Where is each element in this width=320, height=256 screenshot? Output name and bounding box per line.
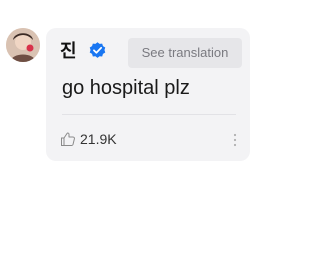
like-count: 21.9K (80, 131, 117, 147)
avatar[interactable] (6, 28, 40, 62)
thumbs-up-icon (61, 132, 75, 146)
avatar-image (6, 28, 40, 62)
see-translation-button[interactable]: See translation (128, 38, 242, 68)
comment-card: 진 See translation go hospital plz 21.9K (46, 28, 250, 161)
divider (62, 114, 236, 115)
like-button[interactable]: 21.9K (60, 128, 117, 150)
comment-thread: 진 See translation go hospital plz 21.9K (0, 0, 256, 256)
verified-badge-icon (89, 42, 106, 58)
more-vertical-icon[interactable] (228, 130, 242, 150)
comment-text: go hospital plz (62, 77, 190, 99)
author-name[interactable]: 진 (60, 40, 77, 62)
